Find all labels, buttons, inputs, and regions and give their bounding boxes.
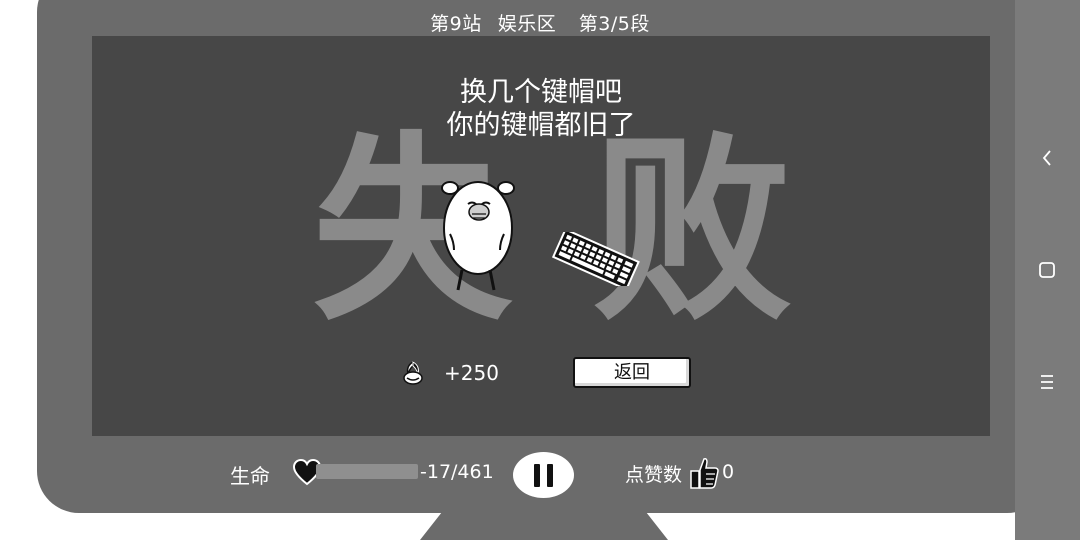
likes-count: 0 <box>722 461 735 483</box>
pause-icon-bar <box>547 464 553 487</box>
life-label: 生命 <box>230 464 270 488</box>
back-button[interactable]: 返回 <box>573 357 691 388</box>
menu-icon[interactable] <box>1035 370 1059 394</box>
likes-label: 点赞数 <box>625 464 683 486</box>
reward-amount: +250 <box>444 361 499 385</box>
system-nav-bar <box>1015 0 1080 540</box>
area-label: 娱乐区 <box>497 13 557 35</box>
message-line-1: 换几个键帽吧 <box>460 77 622 108</box>
game-over-panel: 失 败 换几个键帽吧 你的键帽都旧了 +250 返回 <box>92 36 990 436</box>
segment-label: 第3/5段 <box>578 13 650 35</box>
life-value: -17/461 <box>420 461 494 483</box>
message-line-2: 你的键帽都旧了 <box>446 110 636 141</box>
result-message: 换几个键帽吧 你的键帽都旧了 <box>92 76 990 142</box>
station-label: 第9站 <box>430 13 482 35</box>
pause-icon <box>534 464 540 487</box>
seed-icon <box>403 360 423 385</box>
pause-button[interactable] <box>513 452 574 498</box>
thumbs-up-icon <box>690 458 719 489</box>
back-icon[interactable] <box>1035 146 1059 170</box>
character-icon <box>441 181 515 291</box>
reward-display: +250 <box>398 358 499 388</box>
home-icon[interactable] <box>1035 258 1059 282</box>
stage-title: 第9站 娱乐区 第3/5段 <box>0 9 1080 36</box>
life-bar <box>316 464 418 479</box>
game-screen: 第9站 娱乐区 第3/5段 失 败 换几个键帽吧 你的键帽都旧了 +250 返回… <box>0 0 1080 540</box>
keyboard-icon <box>551 232 640 286</box>
monitor-stand <box>420 512 668 540</box>
